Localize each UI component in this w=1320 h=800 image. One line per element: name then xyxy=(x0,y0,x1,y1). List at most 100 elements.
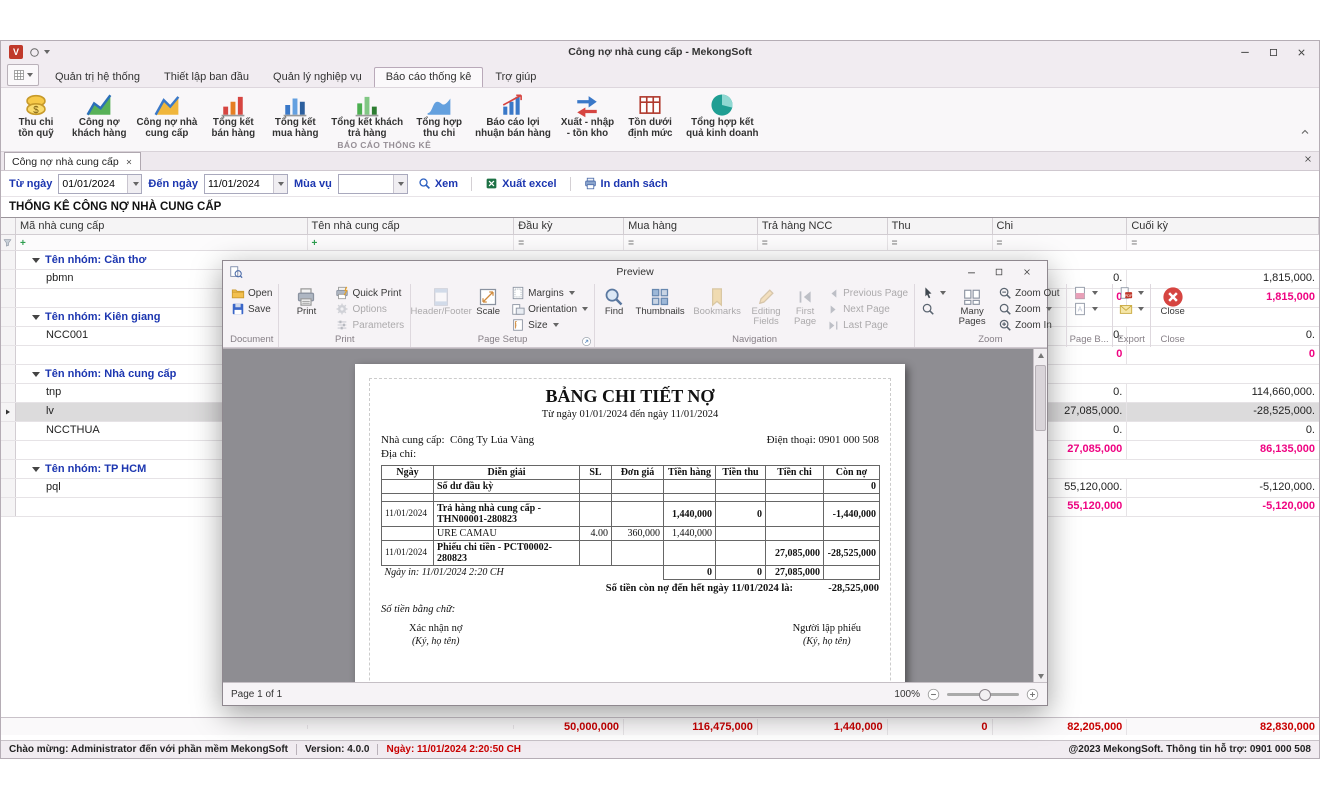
ribbon-item-tong-ket-mua-hang[interactable]: Tổng kếtmua hàng xyxy=(264,90,326,140)
first-page-button[interactable]: First Page xyxy=(788,285,822,329)
col-header-tra-hang-ncc[interactable]: Trả hàng NCC xyxy=(758,218,888,234)
collapse-icon[interactable] xyxy=(32,315,40,320)
to-date-dropdown-icon[interactable] xyxy=(273,175,287,193)
scale-button[interactable]: Scale xyxy=(470,285,506,319)
filter-cell-mua-hang[interactable]: = xyxy=(624,235,758,250)
ribbon-item-bao-cao-loi-nhuan[interactable]: Báo cáo lợinhuận bán hàng xyxy=(470,90,556,140)
margins-button[interactable]: Margins xyxy=(508,285,591,301)
next-page-button[interactable]: Next Page xyxy=(824,301,911,317)
cell-cuoi-ky[interactable]: 114,660,000. xyxy=(1127,384,1319,402)
scroll-up-icon[interactable] xyxy=(1038,349,1044,362)
print-list-button[interactable]: In danh sách xyxy=(580,177,672,190)
tabstrip-close-icon[interactable] xyxy=(1303,154,1313,164)
zoom-slider-thumb[interactable] xyxy=(979,689,991,701)
preview-minimize-button[interactable] xyxy=(957,263,985,281)
to-date-input[interactable] xyxy=(204,174,288,194)
find-button[interactable]: Find xyxy=(598,285,630,319)
size-button[interactable]: Size xyxy=(508,317,591,333)
season-value[interactable] xyxy=(339,175,393,193)
cell-cuoi-ky[interactable]: 0. xyxy=(1127,422,1319,440)
options-button[interactable]: Options xyxy=(332,301,407,317)
tab-bao-cao-thong-ke[interactable]: Báo cáo thống kê xyxy=(374,67,484,87)
editing-fields-button[interactable]: Editing Fields xyxy=(746,285,786,329)
thumbnails-button[interactable]: Thumbnails xyxy=(632,285,688,319)
zoom-out-button[interactable]: Zoom Out xyxy=(995,285,1062,301)
filter-cell-ma[interactable]: + xyxy=(16,235,308,250)
ribbon-item-xuat-nhap-ton-kho[interactable]: Xuất - nhập- tồn kho xyxy=(556,90,619,140)
col-header-chi[interactable]: Chi xyxy=(993,218,1128,234)
filter-cell-dau-ky[interactable]: = xyxy=(514,235,624,250)
to-date-value[interactable] xyxy=(205,175,273,193)
previous-page-button[interactable]: Previous Page xyxy=(824,285,911,301)
mouse-pointer-button[interactable] xyxy=(918,285,949,301)
tab-quan-ly-nghiep-vu[interactable]: Quản lý nghiệp vụ xyxy=(261,67,374,87)
from-date-value[interactable] xyxy=(59,175,127,193)
ribbon-item-tong-hop-ket-qua-kinh-doanh[interactable]: Tổng hợp kếtquả kinh doanh xyxy=(681,90,763,140)
zoom-out-slider-icon[interactable] xyxy=(927,688,940,701)
zoom-in-button[interactable]: Zoom In xyxy=(995,317,1062,333)
col-header-mua-hang[interactable]: Mua hàng xyxy=(624,218,758,234)
orientation-button[interactable]: Orientation xyxy=(508,301,591,317)
parameters-button[interactable]: Parameters xyxy=(332,317,407,333)
watermark-button[interactable]: A xyxy=(1070,301,1101,317)
last-page-button[interactable]: Last Page xyxy=(824,317,911,333)
col-header-dau-ky[interactable]: Đầu kỳ xyxy=(514,218,624,234)
collapse-icon[interactable] xyxy=(32,258,40,263)
page-setup-dialog-launcher-icon[interactable] xyxy=(581,336,592,347)
preview-titlebar[interactable]: Preview xyxy=(223,261,1047,283)
season-dropdown-icon[interactable] xyxy=(393,175,407,193)
filter-cell-thu[interactable]: = xyxy=(888,235,993,250)
save-button[interactable]: Save xyxy=(228,301,274,317)
send-email-button[interactable] xyxy=(1116,301,1147,317)
zoom-button[interactable]: Zoom xyxy=(995,301,1062,317)
scroll-thumb[interactable] xyxy=(1035,365,1046,431)
col-header-ma-ncc[interactable]: Mã nhà cung cấp xyxy=(16,218,308,234)
filter-cell-cuoi-ky[interactable]: = xyxy=(1127,235,1319,250)
bookmarks-button[interactable]: Bookmarks xyxy=(690,285,744,319)
ribbon-item-cong-no-nha-cung-cap[interactable]: Công nợ nhàcung cấp xyxy=(131,90,202,140)
hand-tool-button[interactable] xyxy=(918,301,949,317)
header-footer-button[interactable]: Header/Footer xyxy=(414,285,468,319)
tab-tro-giup[interactable]: Trợ giúp xyxy=(483,67,548,87)
cell-cuoi-ky[interactable]: -5,120,000. xyxy=(1127,479,1319,497)
col-header-thu[interactable]: Thu xyxy=(888,218,993,234)
export-excel-button[interactable]: Xuất excel xyxy=(481,177,560,190)
ribbon-item-tong-ket-ban-hang[interactable]: Tổng kếtbán hàng xyxy=(202,90,264,140)
from-date-dropdown-icon[interactable] xyxy=(127,175,141,193)
ribbon-item-ton-duoi-dinh-muc[interactable]: Tồn dướiđịnh mức xyxy=(619,90,681,140)
minimize-button[interactable] xyxy=(1231,43,1259,61)
open-button[interactable]: Open xyxy=(228,285,275,301)
close-button[interactable] xyxy=(1287,43,1315,61)
print-button[interactable]: Print xyxy=(282,285,330,319)
ribbon-item-cong-no-khach-hang[interactable]: Công nợkhách hàng xyxy=(67,90,131,140)
ribbon-item-tong-ket-khach-tra-hang[interactable]: Tổng kết kháchtrả hàng xyxy=(326,90,408,140)
collapse-icon[interactable] xyxy=(32,372,40,377)
tab-quan-tri-he-thong[interactable]: Quản trị hệ thống xyxy=(43,67,152,87)
tab-thiet-lap-ban-dau[interactable]: Thiết lập ban đầu xyxy=(152,67,261,87)
export-to-button[interactable]: PDF xyxy=(1116,285,1147,301)
col-header-ten-ncc[interactable]: Tên nhà cung cấp xyxy=(308,218,515,234)
close-preview-button[interactable]: Close xyxy=(1154,285,1192,319)
application-menu-button[interactable] xyxy=(7,64,39,86)
filter-cell-chi[interactable]: = xyxy=(993,235,1128,250)
tab-close-icon[interactable] xyxy=(125,158,133,166)
many-pages-button[interactable]: Many Pages xyxy=(951,285,993,329)
preview-vertical-scrollbar[interactable] xyxy=(1033,349,1047,683)
col-header-cuoi-ky[interactable]: Cuối kỳ xyxy=(1127,218,1319,234)
ribbon-collapse-icon[interactable] xyxy=(1299,126,1311,138)
doc-tab-cong-no-nha-cung-cap[interactable]: Công nợ nhà cung cấp xyxy=(4,152,141,170)
preview-close-button[interactable] xyxy=(1013,263,1041,281)
view-button[interactable]: Xem xyxy=(414,177,462,190)
quick-access-caret-icon[interactable] xyxy=(44,50,50,54)
collapse-icon[interactable] xyxy=(32,467,40,472)
maximize-button[interactable] xyxy=(1259,43,1287,61)
ribbon-item-tong-hop-thu-chi[interactable]: Tổng hợpthu chi xyxy=(408,90,470,140)
preview-maximize-button[interactable] xyxy=(985,263,1013,281)
quick-access-icon[interactable] xyxy=(29,47,40,58)
filter-cell-tra-hang[interactable]: = xyxy=(758,235,888,250)
quick-print-button[interactable]: Quick Print xyxy=(332,285,407,301)
ribbon-item-thu-chi-ton-quy[interactable]: $ Thu chitồn quỹ xyxy=(5,90,67,140)
cell-cuoi-ky[interactable]: -28,525,000. xyxy=(1127,403,1319,421)
zoom-in-slider-icon[interactable] xyxy=(1026,688,1039,701)
season-select[interactable] xyxy=(338,174,408,194)
